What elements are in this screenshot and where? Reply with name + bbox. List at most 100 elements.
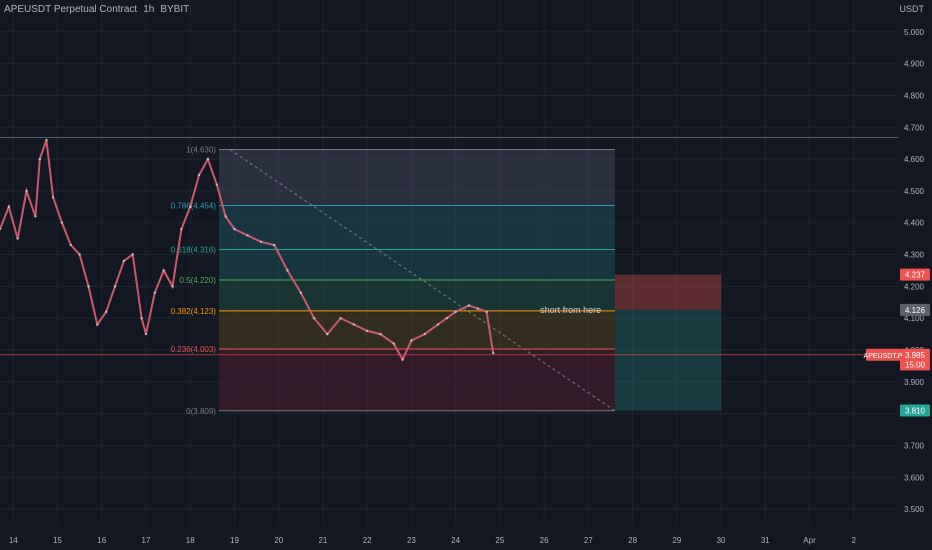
- interval: 1h: [143, 4, 155, 15]
- currency-label: USDT: [899, 4, 925, 14]
- x-tick-label: 31: [761, 536, 770, 545]
- price-point: [339, 316, 342, 320]
- x-tick-label: 22: [363, 536, 372, 545]
- y-tick-label: 4.400: [904, 219, 925, 228]
- symbol-name: APEUSDT Perpetual Contract: [4, 4, 138, 15]
- y-tick-label: 4.300: [904, 251, 925, 260]
- x-tick-label: 17: [142, 536, 151, 545]
- x-tick-label: 30: [717, 536, 726, 545]
- price-point: [162, 269, 165, 272]
- x-tick-label: 27: [584, 536, 593, 545]
- y-tick-label: 3.700: [904, 441, 925, 450]
- y-tick-label: 4.900: [904, 60, 925, 69]
- y-tick-label: 3.900: [904, 378, 925, 387]
- price-label-text: 4.126: [905, 306, 926, 315]
- price-point: [171, 285, 174, 288]
- price-point: [60, 221, 64, 224]
- exchange: BYBIT: [160, 4, 190, 15]
- price-point: [286, 269, 289, 272]
- price-point: [25, 189, 28, 193]
- y-tick-label: 5.000: [904, 28, 925, 37]
- fib-zone: [218, 349, 615, 411]
- price-point: [131, 253, 134, 256]
- price-point: [326, 332, 329, 336]
- chart-header: APEUSDT Perpetual Contract 1h BYBIT: [4, 4, 195, 15]
- symbol-tag-text: APEUSDT.P: [864, 353, 903, 360]
- price-point: [352, 323, 356, 326]
- price-point: [16, 237, 19, 240]
- x-tick-label: 29: [672, 536, 681, 545]
- y-tick-label: 4.600: [904, 155, 925, 164]
- price-point: [51, 196, 55, 199]
- fib-level-label: 0.5(4.220): [180, 276, 217, 285]
- x-tick-label: 2: [852, 536, 857, 545]
- price-point: [197, 173, 201, 177]
- chart-canvas[interactable]: 1(4.630)0.786(4.454)0.618(4.316)0.5(4.22…: [0, 0, 932, 550]
- price-point: [476, 307, 479, 310]
- y-tick-label: 4.700: [904, 123, 925, 132]
- y-tick-label: 3.500: [904, 505, 925, 514]
- price-point: [233, 227, 236, 231]
- price-point: [299, 291, 303, 294]
- price-point: [485, 310, 488, 314]
- price-point: [454, 310, 457, 314]
- y-tick-label: 3.600: [904, 473, 925, 482]
- fib-level-label: 0.786(4.454): [171, 202, 217, 211]
- price-point: [379, 332, 382, 336]
- x-tick-label: Apr: [803, 536, 816, 545]
- fib-zone: [218, 310, 615, 350]
- price-point: [180, 227, 183, 231]
- price-point: [365, 329, 369, 333]
- price-point: [78, 253, 81, 256]
- price-point: [312, 316, 316, 320]
- y-tick-label: 4.800: [904, 91, 925, 100]
- price-point: [144, 332, 148, 336]
- x-tick-label: 14: [9, 536, 18, 545]
- price-point: [410, 339, 413, 342]
- x-tick-label: 26: [540, 536, 549, 545]
- short-stop-zone: [614, 274, 722, 310]
- x-tick-label: 28: [628, 536, 637, 545]
- price-point: [122, 259, 126, 263]
- price-point: [445, 316, 448, 320]
- price-point: [96, 323, 99, 326]
- fib-level-label: 0.382(4.123): [171, 307, 217, 316]
- price-point: [153, 291, 157, 294]
- x-tick-label: 15: [53, 536, 62, 545]
- x-tick-label: 21: [318, 536, 327, 545]
- price-point: [45, 138, 48, 142]
- price-point: [140, 316, 143, 320]
- price-point: [492, 351, 495, 355]
- fib-level-label: 0.236(4.003): [171, 345, 217, 354]
- price-point: [104, 310, 108, 314]
- y-tick-label: 4.500: [904, 187, 925, 196]
- y-tick-label: 4.200: [904, 282, 925, 291]
- price-point: [69, 243, 72, 247]
- x-tick-label: 24: [451, 536, 460, 545]
- x-tick-label: 16: [97, 536, 106, 545]
- price-point: [87, 285, 90, 288]
- price-point: [392, 342, 395, 345]
- price-point: [206, 157, 210, 161]
- price-label-text: 15:00: [905, 360, 926, 369]
- price-point: [113, 285, 117, 288]
- price-point: [246, 234, 249, 237]
- fib-zone: [218, 149, 615, 206]
- x-tick-label: 25: [495, 536, 504, 545]
- price-point: [224, 215, 227, 218]
- price-point: [34, 215, 37, 218]
- price-point: [189, 205, 192, 209]
- x-tick-label: 23: [407, 536, 416, 545]
- price-point: [38, 157, 42, 161]
- fib-level-label: 1(4.630): [186, 146, 216, 155]
- price-point: [7, 205, 11, 209]
- price-point: [423, 332, 426, 336]
- price-point: [401, 358, 404, 361]
- price-point: [467, 304, 471, 307]
- price-point: [273, 243, 276, 247]
- x-tick-label: 20: [274, 536, 283, 545]
- x-tick-label: 19: [230, 536, 239, 545]
- annotation-text: short from here: [540, 305, 601, 315]
- price-label-text: 3.810: [905, 406, 926, 415]
- short-target-zone: [614, 309, 722, 411]
